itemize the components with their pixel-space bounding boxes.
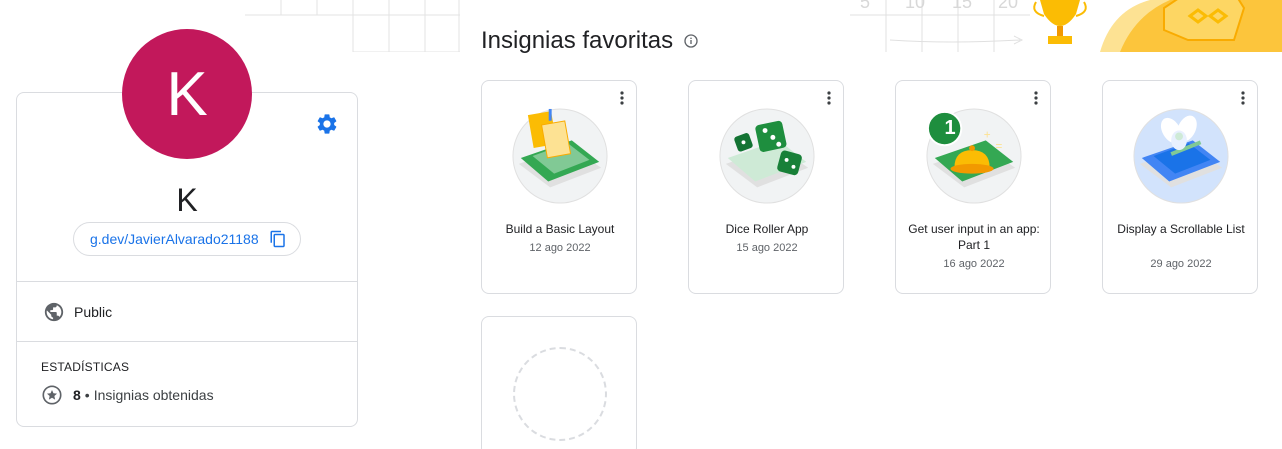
badge-title: Get user input in an app: Part 1 bbox=[908, 222, 1040, 252]
globe-icon bbox=[44, 302, 64, 322]
badge-title: Dice Roller App bbox=[725, 222, 809, 236]
dice-badge-icon bbox=[719, 108, 815, 204]
stats-separator: • bbox=[84, 387, 90, 403]
stats-title: ESTADÍSTICAS bbox=[41, 360, 130, 374]
empty-badge-placeholder bbox=[513, 347, 607, 441]
gear-icon[interactable] bbox=[315, 112, 339, 136]
badge-number: 1 bbox=[944, 117, 956, 139]
more-vert-icon[interactable] bbox=[821, 89, 837, 107]
header-decoration: 5 10 15 20 bbox=[850, 0, 1282, 52]
section-title: Insignias favoritas bbox=[481, 27, 699, 55]
svg-text:20: 20 bbox=[998, 0, 1018, 12]
badge-date: 29 ago 2022 bbox=[1150, 258, 1212, 270]
background-grid-decoration bbox=[245, 0, 460, 52]
badge-card[interactable]: Dice Roller App 15 ago 2022 bbox=[688, 80, 844, 294]
badge-count: 8 bbox=[73, 387, 81, 403]
avatar-letter: K bbox=[166, 59, 208, 129]
stats-badge-count-row: 8 • Insignias obtenidas bbox=[41, 384, 214, 406]
svg-text:10: 10 bbox=[905, 0, 925, 12]
more-vert-icon[interactable] bbox=[1028, 89, 1044, 107]
avatar[interactable]: K bbox=[122, 29, 252, 159]
svg-text:5: 5 bbox=[860, 0, 870, 12]
profile-url-chip[interactable]: g.dev/JavierAlvarado21188 bbox=[73, 222, 301, 256]
badge-card[interactable]: Build a Basic Layout 12 ago 2022 bbox=[481, 80, 637, 294]
badge-count-label: Insignias obtenidas bbox=[93, 387, 214, 403]
more-vert-icon[interactable] bbox=[614, 89, 630, 107]
badge-title: Display a Scrollable List bbox=[1117, 222, 1245, 236]
badge-date: 12 ago 2022 bbox=[529, 242, 591, 254]
profile-divider-top bbox=[17, 281, 357, 282]
star-badge-icon bbox=[42, 385, 62, 405]
badge-date: 16 ago 2022 bbox=[943, 258, 1005, 270]
flower-badge-icon bbox=[1133, 108, 1229, 204]
visibility-row: Public bbox=[43, 301, 112, 323]
profile-name: K bbox=[176, 182, 198, 218]
visibility-label: Public bbox=[74, 304, 113, 320]
section-title-text: Insignias favoritas bbox=[481, 27, 674, 54]
empty-badge-slot[interactable] bbox=[481, 316, 637, 449]
layout-badge-icon bbox=[512, 108, 608, 204]
svg-text:15: 15 bbox=[952, 0, 972, 12]
badge-date: 15 ago 2022 bbox=[736, 242, 798, 254]
info-icon[interactable] bbox=[683, 33, 699, 49]
more-vert-icon[interactable] bbox=[1235, 89, 1251, 107]
badge-title: Build a Basic Layout bbox=[505, 222, 615, 236]
badge-card[interactable]: + = 1 Get user input in an app: Part 1 1… bbox=[895, 80, 1051, 294]
svg-text:=: = bbox=[996, 140, 1003, 153]
badge-card[interactable]: Display a Scrollable List 29 ago 2022 bbox=[1102, 80, 1258, 294]
profile-divider-bottom bbox=[17, 341, 357, 342]
copy-icon[interactable] bbox=[269, 230, 287, 248]
svg-text:+: + bbox=[984, 128, 991, 141]
profile-url[interactable]: g.dev/JavierAlvarado21188 bbox=[90, 231, 259, 247]
